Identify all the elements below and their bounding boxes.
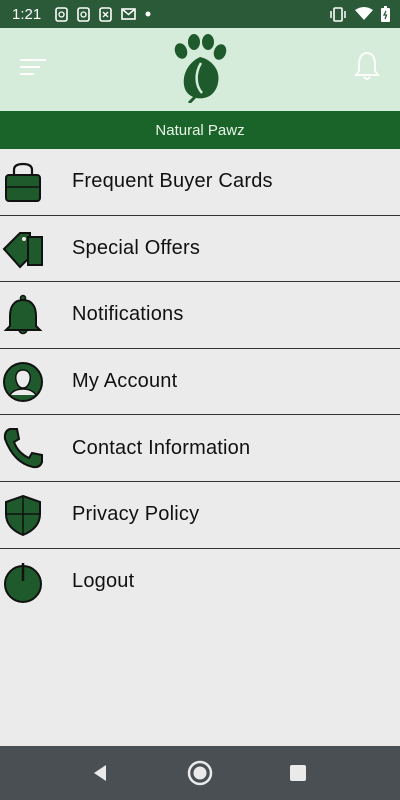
menu-item-privacy-policy[interactable]: Privacy Policy [0,482,400,549]
user-icon [2,361,44,403]
menu-item-label: Privacy Policy [72,503,200,526]
battery-icon [381,6,390,22]
wifi-icon [355,7,373,20]
menu-item-label: Frequent Buyer Cards [72,170,273,193]
recents-icon [290,765,306,781]
menu-item-contact-information[interactable]: Contact Information [0,415,400,482]
home-button[interactable] [186,759,214,787]
menu-item-notifications[interactable]: Notifications [0,282,400,349]
power-icon [2,561,44,603]
dot-icon [145,11,151,17]
bell-icon [354,52,380,80]
whatsapp-icon [55,6,69,22]
notification-icons [55,6,151,22]
missed-call-icon [99,6,113,22]
gmail-icon [121,8,137,20]
menu-item-special-offers[interactable]: Special Offers [0,216,400,283]
hamburger-menu-button[interactable] [18,57,48,77]
system-navigation-bar [0,746,400,800]
paw-logo [169,33,231,105]
system-icons [329,0,390,28]
status-bar: 1:21 [0,0,400,28]
app-header [0,28,400,111]
back-icon [94,765,106,781]
menu-item-label: Special Offers [72,236,201,259]
vibrate-icon [330,6,346,22]
bell-icon [2,294,44,336]
shield-icon [2,494,44,536]
main-menu-list: Frequent Buyer Cards Special Offers Noti… [0,149,400,615]
menu-item-label: My Account [72,370,178,393]
page-title: Natural Pawz [155,121,245,139]
menu-item-logout[interactable]: Logout [0,549,400,616]
page-title-bar: Natural Pawz [0,111,400,149]
home-icon [187,760,213,786]
phone-icon [2,427,44,469]
hamburger-icon [20,59,46,75]
menu-item-label: Contact Information [72,436,251,459]
menu-item-frequent-buyer-cards[interactable]: Frequent Buyer Cards [0,149,400,216]
whatsapp-icon [77,6,91,22]
menu-item-label: Notifications [72,303,184,326]
menu-item-my-account[interactable]: My Account [0,349,400,416]
back-button[interactable] [86,759,114,787]
status-time: 1:21 [12,5,42,23]
bag-icon [2,161,44,203]
paw-icon [174,34,227,105]
recents-button[interactable] [284,759,312,787]
tag-icon [2,227,44,269]
notifications-bell-button[interactable] [354,50,380,82]
menu-item-label: Logout [72,570,135,593]
